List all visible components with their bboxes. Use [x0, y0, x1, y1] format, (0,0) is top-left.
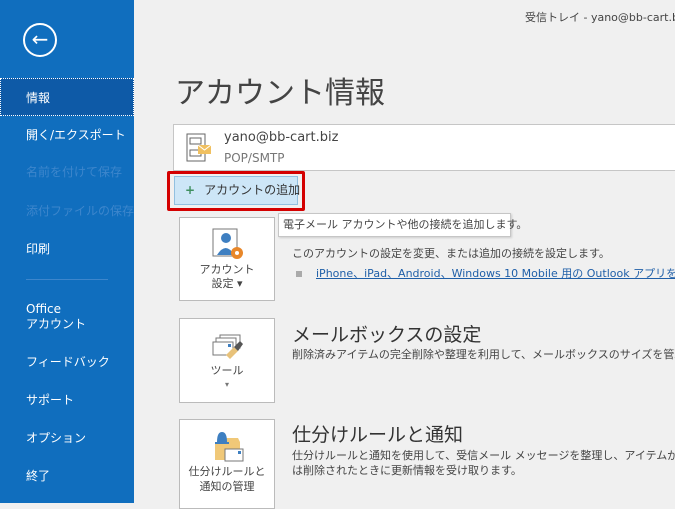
account-settings-description: このアカウントの設定を変更、または追加の接続を設定します。 [292, 247, 610, 260]
back-arrow-icon[interactable]: ← [23, 23, 57, 57]
rules-alerts-description2: は削除されたときに更新情報を受け取ります。 [292, 464, 522, 477]
account-selector[interactable]: yano@bb-cart.biz POP/SMTP [173, 124, 675, 171]
tools-button[interactable]: ツール ▾ [179, 318, 275, 403]
add-account-label: アカウントの追加 [204, 183, 301, 197]
account-email: yano@bb-cart.biz [224, 130, 339, 145]
tools-dropdown-icon: ▾ [224, 380, 229, 389]
mailbox-cleanup-icon [212, 334, 243, 359]
sidebar-item-save-attachments: 添付ファイルの保存 [26, 204, 135, 218]
mailbox-icon [186, 133, 212, 162]
tools-label: ツール [210, 364, 244, 377]
sidebar-item-feedback[interactable]: フィードバック [0, 343, 134, 381]
outlook-app-link[interactable]: iPhone、iPad、Android、Windows 10 Mobile 用の… [316, 267, 675, 280]
outlook-app-link-row: iPhone、iPad、Android、Windows 10 Mobile 用の… [296, 265, 675, 281]
rules-alerts-label: 仕分けルールと [188, 465, 266, 478]
sidebar-divider [26, 279, 108, 280]
account-label: アカウント [26, 317, 87, 331]
sidebar-item-open-export[interactable]: 開く/エクスポート [0, 116, 134, 154]
sidebar-item-save-as: 名前を付けて保存 [26, 165, 123, 179]
mailbox-settings-heading: メールボックスの設定 [292, 324, 482, 346]
sidebar-item-info[interactable]: 情報 [0, 78, 134, 116]
account-type: POP/SMTP [224, 151, 285, 165]
sidebar: ← 情報 開く/エクスポート 名前を付けて保存 添付ファイルの保存 印刷 Off… [0, 0, 134, 503]
page-title: アカウント情報 [175, 76, 385, 111]
account-settings-icon [212, 228, 243, 259]
rules-alerts-icon [215, 432, 244, 462]
sidebar-item-print[interactable]: 印刷 [0, 230, 134, 268]
plus-icon: + [185, 183, 196, 197]
sidebar-item-support[interactable]: サポート [0, 381, 134, 419]
account-settings-label: アカウント [199, 263, 255, 276]
sidebar-item-exit[interactable]: 終了 [0, 457, 134, 495]
rules-alerts-description: 仕分けルールと通知を使用して、受信メール メッセージを整理し、アイテムが追加、変… [292, 449, 675, 462]
mailbox-settings-description: 削除済みアイテムの完全削除や整理を利用して、メールボックスのサイズを管理します。 [292, 348, 675, 361]
sidebar-item-office-account[interactable]: Office アカウント [0, 298, 134, 336]
account-settings-label2: 設定 ▾ [211, 277, 243, 290]
account-settings-button[interactable]: アカウント 設定 ▾ [179, 217, 275, 301]
rules-alerts-label2: 通知の管理 [199, 480, 255, 493]
window-title: 受信トレイ - yano@bb-cart.biz [525, 11, 675, 24]
rules-alerts-button[interactable]: 仕分けルールと 通知の管理 [179, 419, 275, 509]
rules-alerts-heading: 仕分けルールと通知 [292, 424, 464, 446]
bullet-icon [296, 271, 302, 277]
add-account-button[interactable]: + アカウントの追加 [174, 176, 301, 205]
office-label: Office [26, 302, 62, 316]
sidebar-item-options[interactable]: オプション [0, 419, 134, 457]
tooltip: 電子メール アカウントや他の接続を追加します。 [278, 213, 527, 237]
